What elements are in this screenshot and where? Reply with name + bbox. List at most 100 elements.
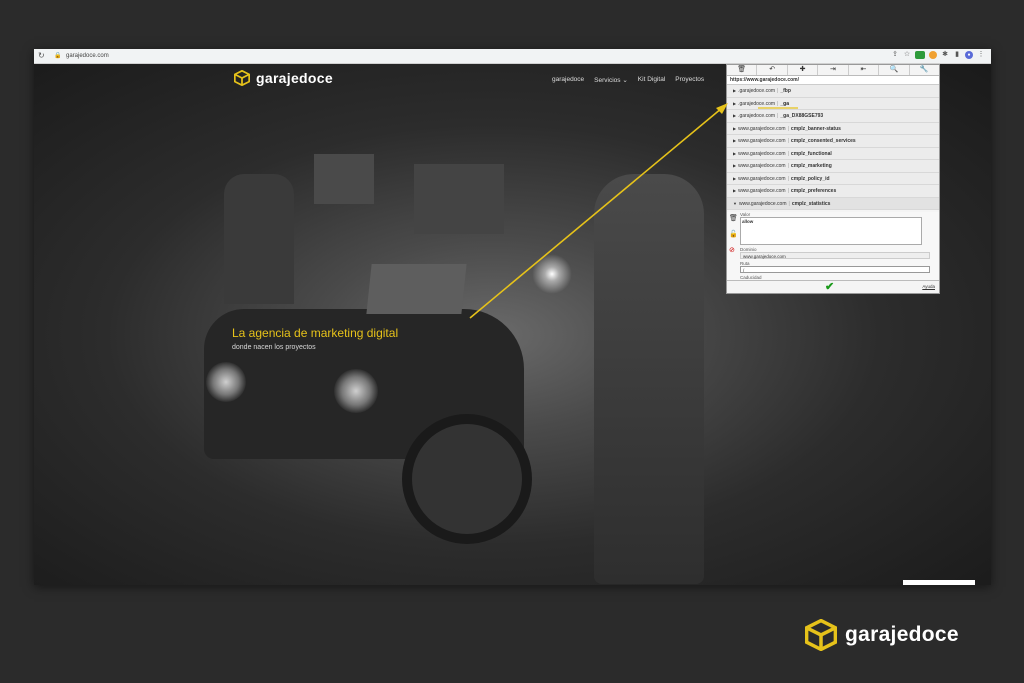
trash-icon[interactable]: 🗑 [727,65,758,75]
cookie-row[interactable]: ▶ www.garajedoce.com | cmplz_banner-status [727,122,939,135]
path-field[interactable]: / [740,266,930,273]
cookie-domain: www.garajedoce.com [738,200,787,207]
address-bar[interactable]: garajedoce.com [66,53,109,59]
cookie-separator: | [787,163,789,169]
extension-icons: ⇪ ☆ ✱ ▮ ● ⋮ [891,51,985,59]
cookie-row[interactable]: ▶ www.garajedoce.com | cmplz_marketing [727,160,939,173]
cookie-name: cmplz_consented_services [790,138,856,144]
cookie-domain: .garajedoce.com [738,100,776,107]
cookie-domain: www.garajedoce.com [738,175,786,182]
cookie-name: _ga_DX88GSE793 [780,113,824,119]
browser-window: ↻ 🔒 garajedoce.com ⇪ ☆ ✱ ▮ ● ⋮ garajedoc… [34,49,991,585]
trash-icon[interactable]: 🗑 [729,214,738,222]
decorative-white-bar [903,580,975,585]
cookie-name: cmplz_preferences [790,188,837,194]
cookie-domain: www.garajedoce.com [738,163,786,169]
sidebar-icon[interactable]: ▮ [953,51,961,59]
nav-item-servicios[interactable]: Servicios ⌄ [594,76,628,84]
cookie-name: cmplz_marketing [790,163,832,169]
expand-triangle-icon: ▶ [733,150,737,156]
wall-poster [314,154,374,204]
value-textarea[interactable]: allow [740,217,922,245]
menu-dots-icon[interactable]: ⋮ [977,51,985,59]
share-icon[interactable]: ⇪ [891,51,899,59]
cookie-separator: | [787,175,789,182]
cookie-editor-panel: 🗑 ↶ ✚ ⇥ ⇤ 🔍 🔧 https://www.garajedoce.com… [726,64,940,294]
car-headlamp-right [334,369,378,413]
domain-field[interactable]: www.garajedoce.com [740,252,930,259]
cookie-editor-extension-icon[interactable] [915,51,925,59]
cookie-domain: www.garajedoce.com [738,138,786,144]
undo-icon[interactable]: ↶ [757,65,788,75]
unlock-icon[interactable]: 🔓 [729,230,738,238]
profile-avatar[interactable]: ● [965,51,973,59]
extension-orange-icon[interactable] [929,51,937,59]
page-viewport: garajedoce garajedoce Servicios ⌄ Kit Di… [34,64,991,585]
puzzle-icon[interactable]: ✱ [941,51,949,59]
wall-board [414,164,504,234]
cube-logo-icon [805,619,837,651]
cookie-domain: .garajedoce.com [738,88,776,94]
browser-toolbar: ↻ 🔒 garajedoce.com ⇪ ☆ ✱ ▮ ● ⋮ [34,49,991,64]
cookie-separator: | [787,138,789,144]
welding-spark [532,254,572,294]
expand-triangle-icon: ▶ [733,175,737,181]
cookie-separator: | [777,113,779,119]
cookie-domain: www.garajedoce.com [738,150,786,157]
brand-logo: garajedoce [805,619,959,651]
help-link[interactable]: Ayuda [922,284,935,289]
nav-item-garajedoce[interactable]: garajedoce [552,76,584,84]
cookie-separator: | [787,125,789,132]
mechanic-figure [594,174,704,584]
car-headlamp-left [206,362,246,402]
cookie-row-ga[interactable]: ▶ .garajedoce.com | _ga [727,97,939,110]
hanging-coat [224,174,294,304]
cookie-row-expanded[interactable]: ▼ www.garajedoce.com | cmplz_statistics [727,197,939,210]
cookie-separator: | [777,88,779,94]
plus-icon[interactable]: ✚ [788,65,819,75]
hero-subtitle: donde nacen los proyectos [232,344,316,351]
cookie-separator: | [787,150,789,157]
cookie-row[interactable]: ▶ .garajedoce.com | _fbp [727,85,939,98]
nav-item-kit-digital[interactable]: Kit Digital [638,76,665,84]
cookie-row[interactable]: ▶ www.garajedoce.com | cmplz_policy_id [727,172,939,185]
cookie-row[interactable]: ▶ www.garajedoce.com | cmplz_functional [727,147,939,160]
cookie-row[interactable]: ▶ www.garajedoce.com | cmplz_preferences [727,185,939,198]
export-icon[interactable]: ⇤ [849,65,880,75]
cookie-domain: .garajedoce.com [738,113,776,119]
search-icon[interactable]: 🔍 [879,65,910,75]
lock-icon[interactable]: 🔒 [54,53,61,60]
expand-triangle-icon: ▶ [733,138,737,143]
cookie-domain: www.garajedoce.com [738,188,786,194]
cookie-domain: www.garajedoce.com [738,125,786,132]
cookie-separator: | [787,188,789,194]
expand-triangle-icon: ▶ [733,188,737,193]
site-logo-text: garajedoce [256,70,333,86]
reload-icon[interactable]: ↻ [38,52,46,60]
import-icon[interactable]: ⇥ [818,65,849,75]
cookie-detail: 🗑 🔓 ⊘ Valor allow Dominio www.garajedoce… [727,212,939,289]
expand-triangle-icon: ▶ [733,163,737,168]
cookie-name: cmplz_statistics [791,200,831,207]
site-logo[interactable]: garajedoce [234,70,333,86]
wrench-icon[interactable]: 🔧 [910,65,939,75]
expand-triangle-icon: ▶ [733,125,737,131]
brand-text: garajedoce [845,623,959,646]
nav-item-proyectos[interactable]: Proyectos [675,76,704,84]
cookie-name: cmplz_policy_id [790,175,830,182]
cookie-editor-toolbar: 🗑 ↶ ✚ ⇥ ⇤ 🔍 🔧 [727,65,939,76]
hero-title: La agencia de marketing digital [232,326,399,340]
expand-triangle-icon: ▶ [733,100,737,106]
cookie-detail-actions: 🗑 🔓 ⊘ [729,214,738,254]
cookie-separator: | [788,200,790,207]
cookie-separator: | [777,100,779,107]
cookie-editor-url: https://www.garajedoce.com/ [727,76,939,85]
site-nav: garajedoce Servicios ⌄ Kit Digital Proye… [552,76,704,84]
cookie-row[interactable]: ▶ www.garajedoce.com | cmplz_consented_serv… [727,135,939,148]
cookie-name: _fbp [780,88,791,94]
save-check-icon[interactable]: ✔ [825,281,834,293]
car-wheel [402,414,532,544]
block-icon[interactable]: ⊘ [729,246,737,254]
star-icon[interactable]: ☆ [903,51,911,59]
cookie-row[interactable]: ▶ .garajedoce.com | _ga_DX88GSE793 [727,110,939,123]
